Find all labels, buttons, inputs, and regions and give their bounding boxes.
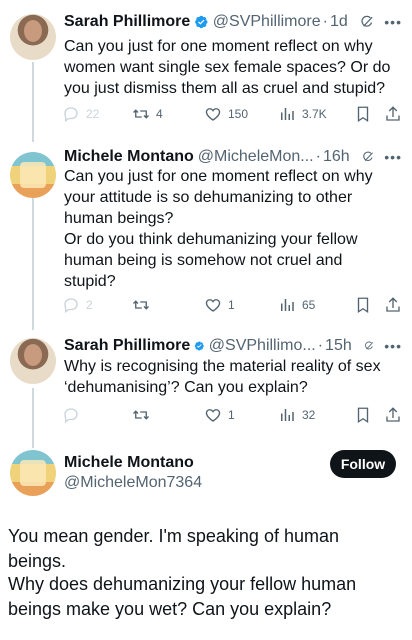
separator-dot: · [322, 13, 328, 30]
author-name[interactable]: Michele Montano [64, 148, 194, 166]
retweet-icon [133, 109, 149, 119]
share-icon [386, 106, 400, 121]
follow-button[interactable]: Follow [330, 450, 396, 478]
share-icon [386, 297, 400, 312]
more-icon[interactable]: ••• [384, 14, 402, 30]
like-button[interactable]: 150 [204, 103, 248, 125]
tweet-text: Can you just for one moment reflect on w… [64, 168, 373, 290]
retweet-button[interactable]: 4 [132, 103, 163, 125]
retweet-icon [133, 300, 149, 310]
verified-badge-icon [195, 341, 205, 351]
like-icon [205, 108, 221, 121]
reply-button[interactable]: 2 [62, 294, 93, 316]
reply-count: 2 [86, 298, 93, 312]
more-icon[interactable]: ••• [384, 338, 402, 354]
tweet-text-line-1: You mean gender. I'm speaking of human b… [8, 526, 339, 571]
bookmark-button[interactable] [354, 103, 372, 125]
retweet-button[interactable] [132, 404, 150, 426]
like-icon [205, 409, 221, 422]
views-button[interactable]: 65 [278, 294, 315, 316]
retweet-count: 4 [156, 107, 163, 121]
views-count: 32 [302, 408, 316, 422]
reply-button[interactable]: 22 [62, 103, 99, 125]
more-icon[interactable]: ••• [384, 149, 402, 165]
tweet-text-line-2: Why does dehumanizing your fellow human … [8, 574, 357, 619]
share-button[interactable] [384, 103, 402, 125]
like-count: 150 [228, 107, 249, 121]
views-button[interactable]: 32 [278, 404, 315, 426]
share-icon [386, 407, 400, 422]
retweet-icon [133, 410, 149, 420]
author-handle[interactable]: @MicheleMon7364 [64, 474, 202, 492]
author-name[interactable]: Sarah Phillimore [64, 337, 190, 355]
grok-icon[interactable] [362, 149, 375, 165]
reply-button[interactable] [62, 404, 80, 426]
tweet[interactable]: Michele Montano @MicheleMon... · 16h •••… [0, 140, 412, 330]
grok-icon[interactable] [364, 338, 375, 354]
avatar[interactable] [10, 450, 56, 496]
bookmark-icon [357, 297, 369, 314]
like-icon [205, 299, 221, 312]
reply-icon [64, 298, 78, 314]
verified-badge-icon [195, 15, 208, 29]
reply-icon [64, 408, 78, 424]
bookmark-icon [357, 407, 369, 424]
views-icon [281, 299, 294, 311]
timestamp[interactable]: 15h [325, 337, 352, 355]
avatar[interactable] [10, 152, 56, 198]
tweet-text: Can you just for one moment reflect on w… [64, 38, 391, 97]
author-name[interactable]: Sarah Phillimore [64, 13, 190, 31]
avatar[interactable] [10, 338, 56, 384]
author-handle[interactable]: @MicheleMon... [198, 148, 314, 166]
author-name[interactable]: Michele Montano [64, 454, 194, 472]
views-icon [281, 409, 294, 421]
author-handle[interactable]: @SVPhillimo... [209, 337, 316, 355]
bookmark-button[interactable] [354, 294, 372, 316]
author-handle[interactable]: @SVPhillimore [213, 13, 321, 31]
like-button[interactable]: 1 [204, 294, 235, 316]
grok-icon[interactable] [360, 14, 375, 30]
reply-count: 22 [86, 107, 100, 121]
share-button[interactable] [384, 404, 402, 426]
bookmark-icon [357, 106, 369, 123]
views-count: 3.7K [302, 107, 327, 121]
like-count: 1 [228, 408, 235, 422]
views-button[interactable]: 3.7K [278, 103, 327, 125]
views-count: 65 [302, 298, 316, 312]
tweet[interactable]: Sarah Phillimore @SVPhillimore · 1d ••• … [0, 0, 412, 140]
like-count: 1 [228, 298, 235, 312]
separator-dot: · [317, 337, 324, 354]
reply-icon [64, 107, 78, 123]
tweet-text: Why is recognising the material reality … [64, 358, 381, 396]
timestamp[interactable]: 1d [330, 13, 348, 31]
timestamp[interactable]: 16h [323, 148, 350, 166]
separator-dot: · [315, 148, 321, 165]
retweet-button[interactable] [132, 294, 150, 316]
like-button[interactable]: 1 [204, 404, 235, 426]
avatar[interactable] [10, 14, 56, 60]
bookmark-button[interactable] [354, 404, 372, 426]
main-tweet[interactable]: Michele Montano @MicheleMon7364 Follow Y… [0, 440, 412, 640]
tweet[interactable]: Sarah Phillimore @SVPhillimo... · 15h ••… [0, 330, 412, 440]
views-icon [281, 108, 294, 120]
share-button[interactable] [384, 294, 402, 316]
